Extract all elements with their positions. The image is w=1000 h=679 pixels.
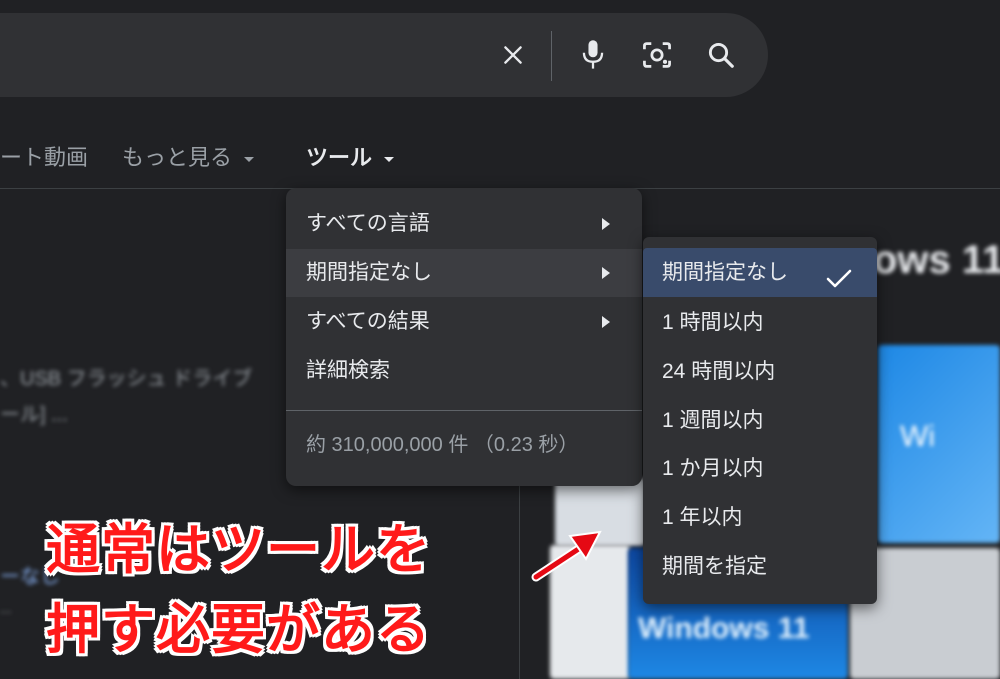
chevron-right-icon — [602, 218, 610, 230]
submenu-item-past-hour[interactable]: 1 時間以内 — [643, 298, 877, 347]
mic-icon[interactable] — [573, 35, 613, 75]
menu-item-label: すべての言語 — [306, 212, 430, 235]
submenu-item-label: 24 時間以内 — [662, 360, 776, 383]
submenu-item-past-year[interactable]: 1 年以内 — [643, 493, 877, 542]
result-snippet-small: ... — [0, 600, 12, 616]
menu-item-label: 詳細検索 — [306, 359, 390, 382]
submenu-item-label: 1 週間以内 — [662, 409, 764, 432]
result-stats: 約 310,000,000 件 （0.23 秒） — [306, 434, 579, 456]
menu-item-label: すべての結果 — [306, 310, 430, 333]
submenu-item-label: 期間を指定 — [662, 555, 767, 578]
submenu-item-past-month[interactable]: 1 か月以内 — [643, 444, 877, 493]
submenu-item-past-24-hours[interactable]: 24 時間以内 — [643, 347, 877, 396]
tab-label: ツール — [306, 145, 373, 170]
thumbnail-caption: Wi — [900, 420, 935, 453]
knowledge-heading: ows 11 — [873, 238, 1000, 282]
submenu-item-custom-range[interactable]: 期間を指定 — [643, 542, 877, 591]
caret-down-icon — [244, 156, 255, 162]
menu-item-period[interactable]: 期間指定なし — [286, 249, 642, 297]
annotation-arrow-icon — [531, 530, 602, 582]
camera-lens-icon[interactable] — [637, 35, 677, 75]
close-icon[interactable] — [493, 35, 533, 75]
submenu-item-label: 1 時間以内 — [662, 311, 764, 334]
search-bar[interactable] — [0, 13, 768, 97]
result-snippet: 、USB フラッシュ ドライブ — [0, 368, 253, 390]
tab-label: ート動画 — [0, 145, 89, 170]
menu-item-results[interactable]: すべての結果 — [286, 298, 642, 346]
annotation-line1: 通常はツールを — [46, 518, 431, 581]
submenu-item-label: 1 か月以内 — [662, 457, 764, 480]
period-submenu: 期間指定なし 1 時間以内 24 時間以内 1 週間以内 1 か月以内 1 年以… — [643, 237, 877, 604]
tab-more[interactable]: もっと見る — [122, 140, 255, 172]
chevron-right-icon — [602, 316, 610, 328]
menu-item-advanced-search[interactable]: 詳細検索 — [286, 347, 642, 395]
annotation-line2: 押す必要がある — [46, 598, 431, 661]
tab-short-videos[interactable]: ート動画 — [0, 140, 88, 172]
result-snippet: ール] ... — [0, 404, 68, 426]
submenu-item-label: 1 年以内 — [662, 506, 743, 529]
menu-divider — [286, 410, 642, 411]
tab-tools[interactable]: ツール — [306, 140, 395, 172]
tab-label: もっと見る — [122, 145, 233, 170]
menu-item-label: 期間指定なし — [306, 261, 432, 284]
thumbnail-caption: Windows 11 — [638, 612, 810, 645]
menu-item-language[interactable]: すべての言語 — [286, 200, 642, 248]
submenu-item-label: 期間指定なし — [662, 261, 788, 284]
submenu-item-any-time[interactable]: 期間指定なし — [643, 248, 877, 297]
search-divider — [551, 31, 552, 81]
search-icon[interactable] — [701, 35, 741, 75]
caret-down-icon — [384, 156, 395, 162]
chevron-right-icon — [602, 267, 610, 279]
submenu-item-past-week[interactable]: 1 週間以内 — [643, 396, 877, 445]
thumbnail-image[interactable] — [878, 345, 1000, 543]
tools-dropdown: すべての言語 期間指定なし すべての結果 詳細検索 約 310,000,000 … — [286, 188, 642, 486]
